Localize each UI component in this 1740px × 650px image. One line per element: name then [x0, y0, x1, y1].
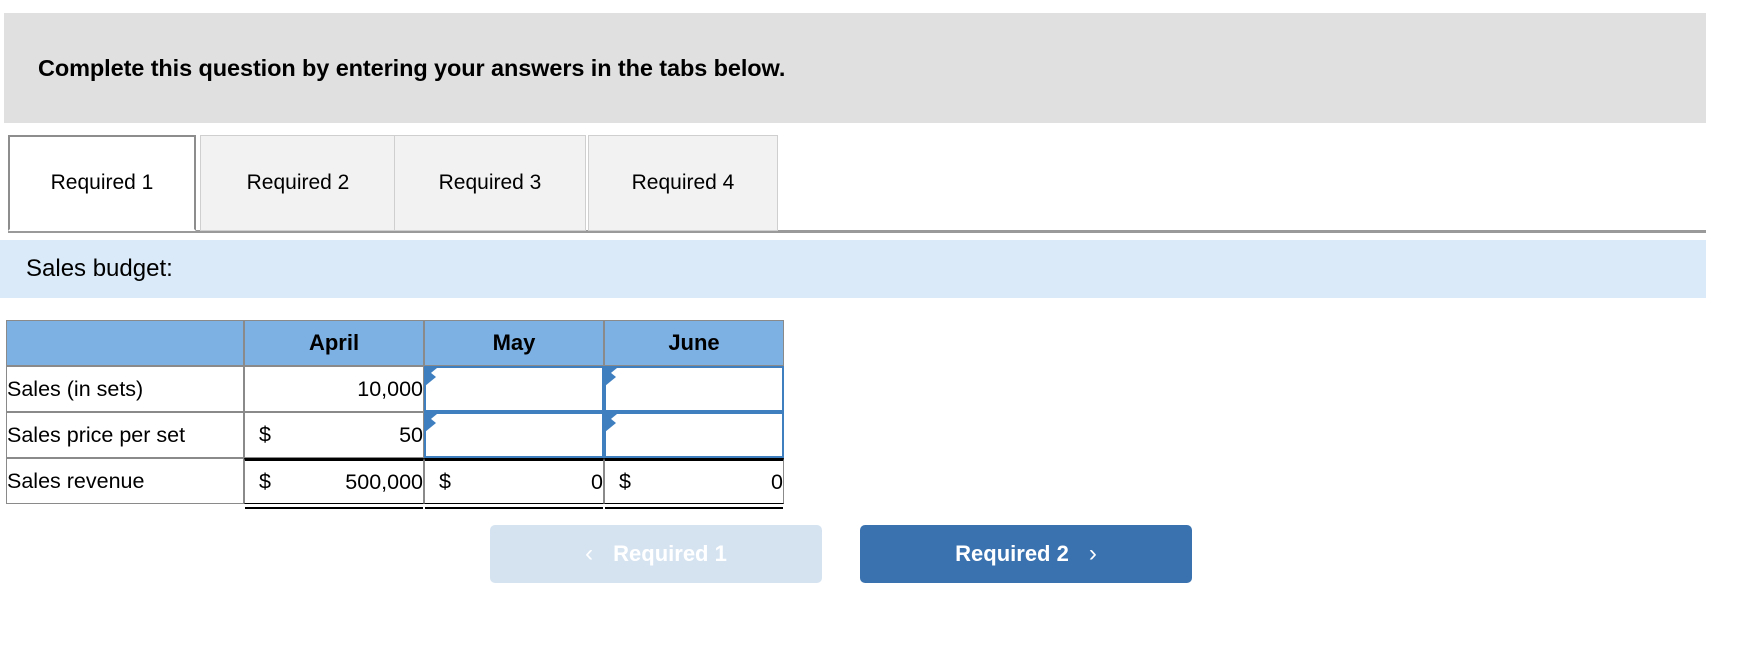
table-corner-header — [6, 320, 244, 366]
tab-label: Required 1 — [50, 171, 154, 194]
currency-symbol: $ — [619, 469, 631, 494]
table-header-row: April May June — [6, 320, 784, 366]
chevron-left-icon: ‹ — [585, 540, 594, 567]
cell-value: 0 — [591, 469, 603, 494]
column-header-june: June — [604, 320, 784, 366]
table-row: Sales revenue $ 500,000 $ 0 $ 0 — [6, 458, 784, 504]
next-required-button[interactable]: Required 2 › — [860, 525, 1192, 583]
cell-value: 50 — [399, 422, 423, 447]
cell-flag-icon — [605, 414, 617, 432]
section-title: Sales budget: — [26, 255, 173, 282]
currency-symbol: $ — [439, 469, 451, 494]
navigation-buttons: ‹ Required 1 Required 2 › — [490, 525, 1192, 583]
cell-sales-revenue-june: $ 0 — [604, 458, 784, 504]
input-sales-in-sets-may[interactable] — [424, 366, 604, 412]
tab-label: Required 4 — [631, 171, 735, 194]
sales-budget-table: April May June Sales (in sets) 10,000 Sa… — [6, 320, 784, 504]
cell-sales-in-sets-april: 10,000 — [244, 366, 424, 412]
tab-strip: Required 1 Required 2 Required 3 Require… — [0, 135, 1740, 233]
cell-flag-icon — [425, 368, 437, 386]
column-header-may: May — [424, 320, 604, 366]
cell-sales-price-april: $ 50 — [244, 412, 424, 458]
row-label-sales-revenue: Sales revenue — [6, 458, 244, 504]
section-header-bar: Sales budget: — [0, 240, 1706, 298]
column-header-april: April — [244, 320, 424, 366]
cell-flag-icon — [605, 368, 617, 386]
cell-value: 500,000 — [345, 469, 423, 494]
cell-flag-icon — [425, 414, 437, 432]
row-label-sales-price-per-set: Sales price per set — [6, 412, 244, 458]
table-row: Sales (in sets) 10,000 — [6, 366, 784, 412]
question-page: Complete this question by entering your … — [0, 0, 1740, 650]
table-row: Sales price per set $ 50 — [6, 412, 784, 458]
tab-required-3[interactable]: Required 3 — [394, 135, 586, 231]
next-button-label: Required 2 — [955, 541, 1069, 566]
cell-sales-revenue-april: $ 500,000 — [244, 458, 424, 504]
currency-symbol: $ — [259, 422, 271, 447]
tab-required-2[interactable]: Required 2 — [200, 135, 396, 231]
cell-value: 0 — [771, 469, 783, 494]
chevron-right-icon: › — [1088, 540, 1097, 567]
tab-required-4[interactable]: Required 4 — [588, 135, 778, 231]
tab-required-1[interactable]: Required 1 — [8, 135, 196, 231]
input-sales-price-may[interactable] — [424, 412, 604, 458]
input-sales-in-sets-june[interactable] — [604, 366, 784, 412]
tab-label: Required 3 — [438, 171, 542, 194]
currency-symbol: $ — [259, 469, 271, 494]
instruction-banner: Complete this question by entering your … — [4, 13, 1706, 123]
row-label-sales-in-sets: Sales (in sets) — [6, 366, 244, 412]
cell-sales-revenue-may: $ 0 — [424, 458, 604, 504]
previous-required-button[interactable]: ‹ Required 1 — [490, 525, 822, 583]
previous-button-label: Required 1 — [613, 541, 727, 566]
instruction-text: Complete this question by entering your … — [38, 54, 786, 81]
tab-label: Required 2 — [246, 171, 350, 194]
input-sales-price-june[interactable] — [604, 412, 784, 458]
